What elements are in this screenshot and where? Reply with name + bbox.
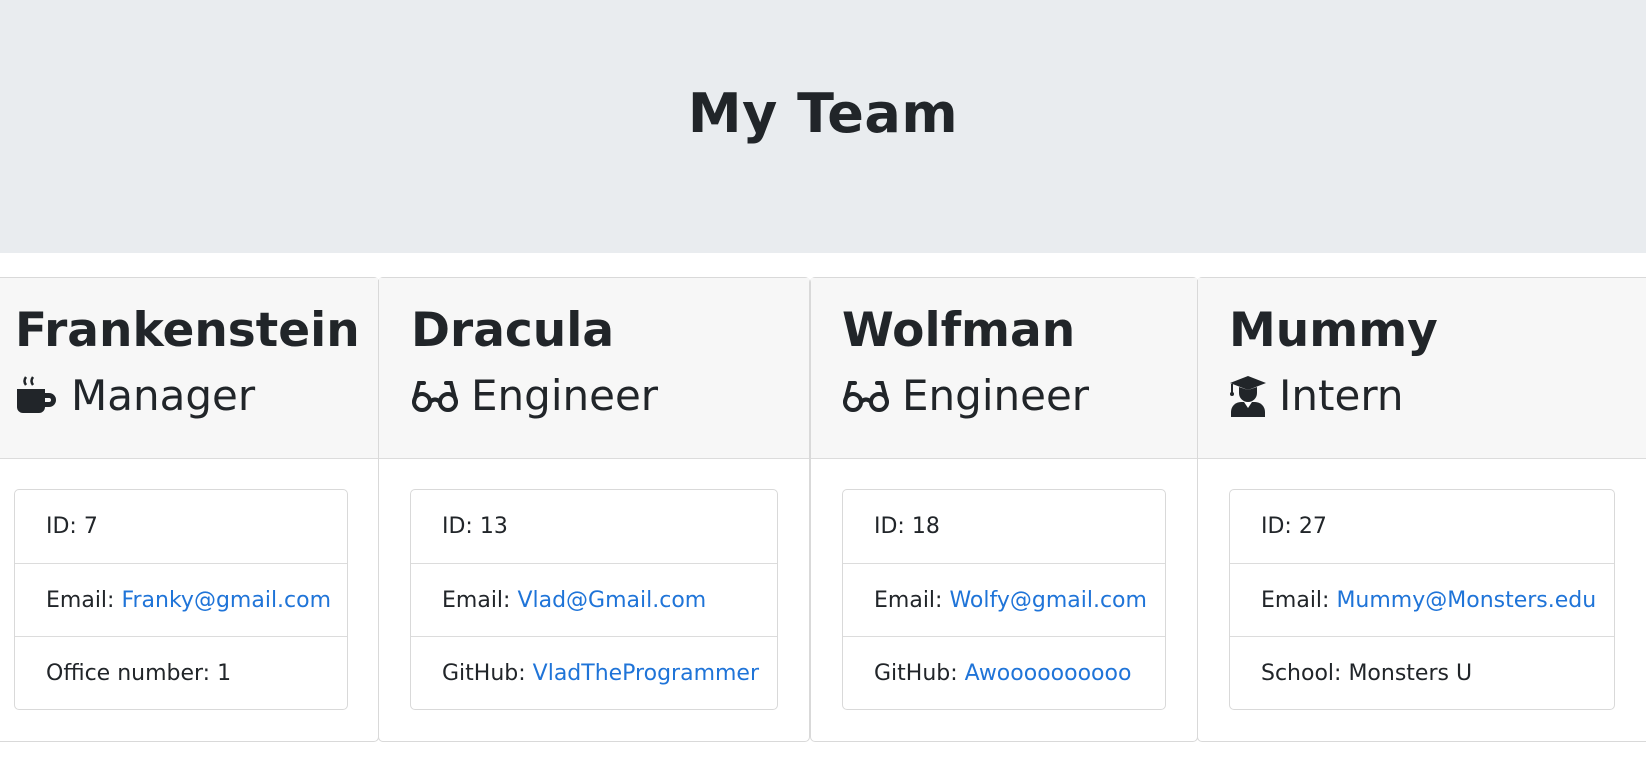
employee-role-row: Intern [1229,368,1403,424]
employee-role-row: Engineer [411,368,658,424]
mug-icon [15,375,59,417]
employee-role-row: Manager [15,368,255,424]
github-label: GitHub: [874,660,958,686]
employee-role-row: Engineer [842,368,1089,424]
card-header: Frankenstein Manager [0,278,378,459]
employee-name: Frankenstein [15,303,360,358]
employee-email: Email: Franky@gmail.com [15,563,347,636]
graduate-icon [1229,375,1267,417]
employee-id: ID: 13 [442,514,508,539]
email-label: Email: [874,587,943,613]
employee-id: ID: 7 [46,514,98,539]
employee-github: GitHub: Awoooooooooo [843,636,1165,709]
github-label: GitHub: [442,660,526,686]
employee-id: ID: 27 [1261,514,1327,539]
employee-card-intern: Mummy Intern ID: 27 Email: Mummy@Monster… [1197,277,1646,742]
employee-role: Manager [71,371,256,420]
card-header: Wolfman Engineer [811,278,1197,459]
employee-role: Engineer [471,371,659,420]
employee-name: Mummy [1229,303,1438,358]
email-link[interactable]: Vlad@Gmail.com [517,588,706,613]
email-link[interactable]: Franky@gmail.com [121,588,331,613]
employee-email: Email: Mummy@Monsters.edu [1230,563,1614,636]
employee-name: Dracula [411,303,615,358]
employee-office-number: Office number: 1 [15,636,347,709]
email-label: Email: [1261,587,1330,613]
employee-details: ID: 18 Email: Wolfy@gmail.com GitHub: Aw… [842,489,1166,710]
employee-school: School: Monsters U [1230,636,1614,709]
employee-role: Intern [1279,371,1404,420]
employee-details: ID: 7 Email: Franky@gmail.com Office num… [14,489,348,710]
employee-email: Email: Vlad@Gmail.com [411,563,777,636]
github-link[interactable]: Awoooooooooo [965,661,1132,686]
glasses-icon [842,378,890,414]
employee-details: ID: 27 Email: Mummy@Monsters.edu School:… [1229,489,1615,710]
employee-name: Wolfman [842,303,1076,358]
employee-email: Email: Wolfy@gmail.com [843,563,1165,636]
employee-details: ID: 13 Email: Vlad@Gmail.com GitHub: Vla… [410,489,778,710]
email-label: Email: [46,587,115,613]
employee-id: ID: 18 [874,514,940,539]
email-link[interactable]: Wolfy@gmail.com [949,588,1147,613]
jumbotron: My Team [0,0,1646,253]
card-header: Mummy Intern [1198,278,1646,459]
page-title: My Team [687,82,959,145]
employee-card-manager: Frankenstein Manager ID: 7 Email: Franky… [0,277,379,742]
email-label: Email: [442,587,511,613]
employee-role: Engineer [902,371,1090,420]
employee-card-engineer: Wolfman Engineer ID: 18 Email: Wolfy@gma… [810,277,1198,742]
email-link[interactable]: Mummy@Monsters.edu [1336,588,1596,613]
card-header: Dracula Engineer [379,278,809,459]
employee-github: GitHub: VladTheProgrammer [411,636,777,709]
glasses-icon [411,378,459,414]
employee-card-engineer: Dracula Engineer ID: 13 Email: Vlad@Gmai… [378,277,810,742]
github-link[interactable]: VladTheProgrammer [533,661,759,686]
